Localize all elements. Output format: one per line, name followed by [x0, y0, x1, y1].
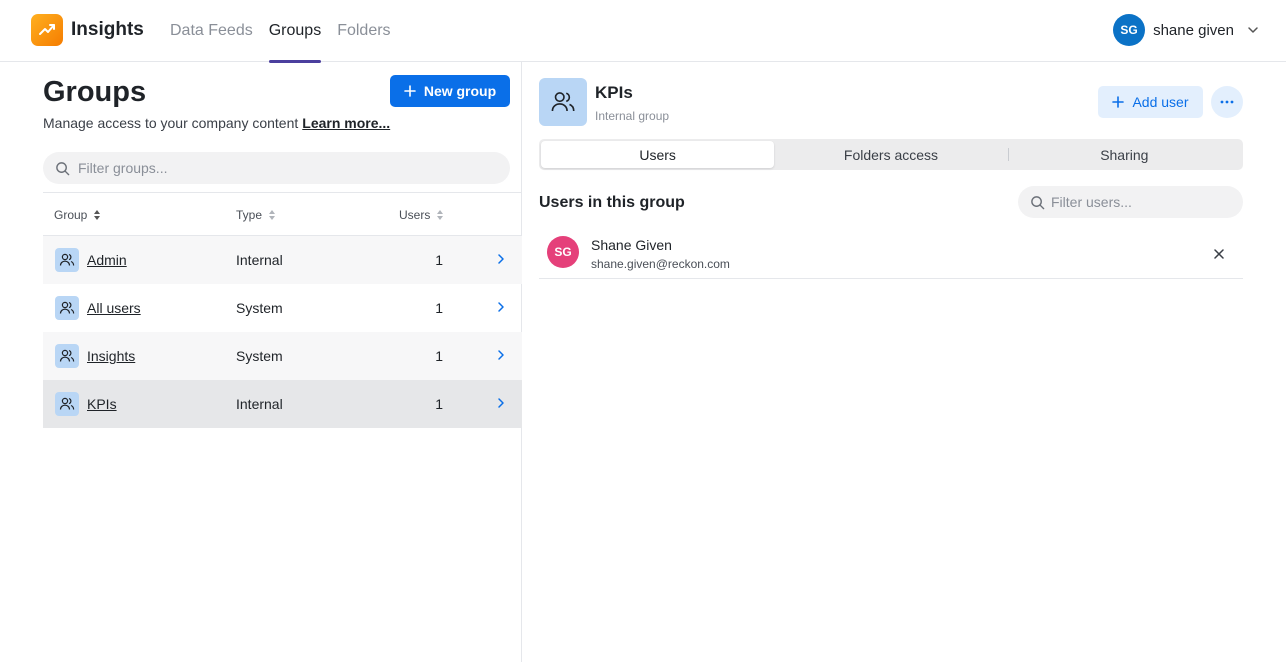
group-name-link[interactable]: All users [87, 300, 141, 316]
column-header-group[interactable]: Group [54, 208, 101, 222]
detail-tabs: Users Folders access Sharing [539, 139, 1243, 170]
column-label-users: Users [399, 208, 431, 222]
close-icon [1214, 249, 1224, 259]
top-navigation-bar: Insights Data Feeds Groups Folders SG sh… [0, 0, 1286, 63]
more-options-button[interactable] [1211, 86, 1243, 118]
chevron-right-icon[interactable] [496, 300, 506, 314]
list-item: SG Shane Given shane.given@reckon.com [539, 228, 1243, 279]
group-type: Internal [236, 396, 283, 412]
trend-up-icon [39, 24, 55, 35]
nav-tab-data-feeds[interactable]: Data Feeds [170, 0, 253, 62]
sort-icon [269, 210, 276, 220]
table-row-selected[interactable]: KPIs Internal 1 [43, 380, 522, 428]
filter-users-search [1018, 186, 1243, 218]
table-row[interactable]: Admin Internal 1 [43, 236, 522, 284]
sort-icon [437, 210, 444, 220]
app-logo[interactable] [31, 14, 63, 46]
search-icon [1031, 195, 1045, 209]
member-email: shane.given@reckon.com [591, 257, 730, 271]
group-user-count: 1 [435, 300, 443, 316]
app-name: Insights [71, 19, 144, 40]
add-user-label: Add user [1132, 94, 1189, 110]
nav-tab-groups[interactable]: Groups [268, 0, 322, 63]
chevron-down-icon [1248, 27, 1258, 33]
member-name: Shane Given [591, 237, 672, 253]
groups-table: Group Type Users Admin Internal 1 All us… [43, 192, 522, 428]
user-menu[interactable]: SG shane given [1113, 14, 1260, 46]
more-horizontal-icon [1220, 100, 1234, 104]
nav-tab-folders[interactable]: Folders [337, 0, 390, 62]
user-name: shane given [1153, 21, 1234, 39]
member-avatar: SG [547, 236, 579, 268]
group-type: System [236, 348, 283, 364]
users-group-icon [55, 344, 79, 368]
remove-member-button[interactable] [1209, 244, 1229, 264]
column-header-users[interactable]: Users [399, 208, 444, 222]
table-header: Group Type Users [43, 192, 522, 236]
column-label-group: Group [54, 208, 88, 222]
learn-more-link[interactable]: Learn more... [302, 115, 390, 131]
page-subtitle: Manage access to your company content Lea… [43, 115, 390, 131]
filter-groups-search [43, 152, 510, 184]
plus-icon [1112, 96, 1125, 108]
group-name-link[interactable]: KPIs [87, 396, 117, 412]
filter-groups-input[interactable] [78, 160, 478, 176]
chevron-right-icon[interactable] [496, 396, 506, 410]
users-group-icon [55, 248, 79, 272]
group-name-link[interactable]: Admin [87, 252, 127, 268]
new-group-button[interactable]: New group [390, 75, 510, 107]
group-subtitle: Internal group [595, 109, 670, 123]
user-avatar: SG [1113, 14, 1146, 46]
sort-icon [94, 210, 101, 220]
table-row[interactable]: Insights System 1 [43, 332, 522, 380]
column-label-type: Type [236, 208, 263, 222]
group-user-count: 1 [435, 252, 443, 268]
chevron-right-icon[interactable] [496, 348, 506, 362]
tab-sharing[interactable]: Sharing [1007, 141, 1241, 168]
tab-folders-access[interactable]: Folders access [774, 141, 1007, 168]
group-type: Internal [236, 252, 283, 268]
group-title: KPIs [595, 83, 633, 102]
group-name-link[interactable]: Insights [87, 348, 135, 364]
filter-users-input[interactable] [1051, 194, 1231, 210]
page-title: Groups [43, 76, 147, 108]
page-subtitle-text: Manage access to your company content [43, 115, 299, 131]
add-user-button[interactable]: Add user [1098, 86, 1203, 118]
column-header-type[interactable]: Type [236, 208, 276, 222]
chevron-right-icon[interactable] [496, 252, 506, 266]
table-row[interactable]: All users System 1 [43, 284, 522, 332]
users-group-icon [55, 296, 79, 320]
group-users-icon [539, 78, 587, 126]
group-detail-panel: KPIs Internal group Add user Users Folde… [523, 62, 1286, 662]
plus-icon [404, 85, 416, 97]
search-icon [56, 161, 70, 175]
new-group-label: New group [423, 83, 497, 99]
section-title: Users in this group [539, 194, 685, 211]
groups-panel: Groups Manage access to your company con… [0, 62, 522, 662]
group-type: System [236, 300, 283, 316]
group-user-count: 1 [435, 348, 443, 364]
users-group-icon [55, 392, 79, 416]
main-nav: Data Feeds Groups Folders [170, 0, 391, 63]
group-user-count: 1 [435, 396, 443, 412]
tab-users[interactable]: Users [541, 141, 775, 168]
